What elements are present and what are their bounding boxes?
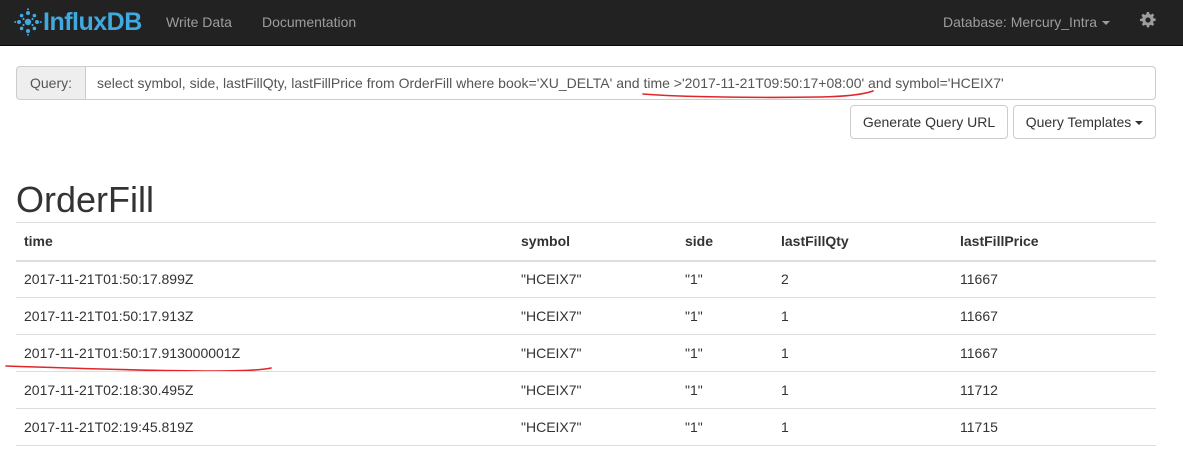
- cell-side: "1": [677, 260, 773, 298]
- navbar: InfluxDB Write Data Documentation Databa…: [0, 0, 1183, 46]
- results-table: time symbol side lastFillQty lastFillPri…: [16, 222, 1156, 446]
- influxdb-logo-icon: [14, 8, 42, 36]
- cell-side: "1": [677, 334, 773, 372]
- cell-lastfillqty: 2: [773, 260, 952, 298]
- caret-down-icon: [1135, 121, 1144, 126]
- query-input[interactable]: select symbol, side, lastFillQty, lastFi…: [85, 66, 1156, 100]
- series-title: OrderFill: [16, 179, 155, 220]
- cell-symbol: "HCEIX7": [513, 260, 677, 298]
- cell-time: 2017-11-21T01:50:17.913Z: [16, 297, 513, 335]
- cell-time: 2017-11-21T02:19:45.819Z: [16, 408, 513, 446]
- cell-lastfillprice: 11667: [952, 334, 1156, 372]
- query-label: Query:: [16, 66, 85, 100]
- cell-symbol: "HCEIX7": [513, 371, 677, 409]
- generate-query-url-button[interactable]: Generate Query URL: [850, 105, 1008, 139]
- table-header-row: time symbol side lastFillQty lastFillPri…: [16, 222, 1156, 262]
- cell-symbol: "HCEIX7": [513, 334, 677, 372]
- cell-lastfillqty: 1: [773, 297, 952, 335]
- column-header-time: time: [16, 222, 513, 262]
- cell-time: 2017-11-21T02:18:30.495Z: [16, 371, 513, 409]
- nav-documentation[interactable]: Documentation: [262, 0, 356, 46]
- query-templates-button[interactable]: Query Templates: [1013, 105, 1156, 139]
- cell-lastfillprice: 11667: [952, 260, 1156, 298]
- query-templates-label: Query Templates: [1025, 114, 1132, 130]
- caret-down-icon: [1102, 21, 1111, 26]
- cell-lastfillprice: 11712: [952, 371, 1156, 409]
- cell-lastfillqty: 1: [773, 334, 952, 372]
- column-header-lastfillprice: lastFillPrice: [952, 222, 1156, 262]
- gear-icon[interactable]: [1140, 12, 1156, 28]
- database-label: Database: Mercury_Intra: [943, 14, 1098, 30]
- table-row: 2017-11-21T01:50:17.913Z "HCEIX7" "1" 1 …: [16, 297, 1156, 335]
- cell-lastfillprice: 11715: [952, 408, 1156, 446]
- table-row: 2017-11-21T01:50:17.913000001Z "HCEIX7" …: [16, 334, 1156, 372]
- database-dropdown[interactable]: Database: Mercury_Intra: [943, 0, 1111, 46]
- brand-name: InfluxDB: [43, 8, 142, 36]
- cell-side: "1": [677, 297, 773, 335]
- cell-symbol: "HCEIX7": [513, 408, 677, 446]
- cell-symbol: "HCEIX7": [513, 297, 677, 335]
- cell-lastfillqty: 1: [773, 371, 952, 409]
- query-bar: Query: select symbol, side, lastFillQty,…: [16, 66, 1156, 100]
- cell-lastfillprice: 11667: [952, 297, 1156, 335]
- cell-time: 2017-11-21T01:50:17.913000001Z: [16, 334, 513, 372]
- table-row: 2017-11-21T02:18:30.495Z "HCEIX7" "1" 1 …: [16, 371, 1156, 409]
- table-row: 2017-11-21T01:50:17.899Z "HCEIX7" "1" 2 …: [16, 260, 1156, 298]
- cell-side: "1": [677, 408, 773, 446]
- cell-side: "1": [677, 371, 773, 409]
- cell-time: 2017-11-21T01:50:17.899Z: [16, 260, 513, 298]
- column-header-lastfillqty: lastFillQty: [773, 222, 952, 262]
- column-header-symbol: symbol: [513, 222, 677, 262]
- brand-link[interactable]: InfluxDB: [14, 6, 142, 38]
- table-row: 2017-11-21T02:19:45.819Z "HCEIX7" "1" 1 …: [16, 408, 1156, 446]
- column-header-side: side: [677, 222, 773, 262]
- nav-write-data[interactable]: Write Data: [166, 0, 232, 46]
- cell-lastfillqty: 1: [773, 408, 952, 446]
